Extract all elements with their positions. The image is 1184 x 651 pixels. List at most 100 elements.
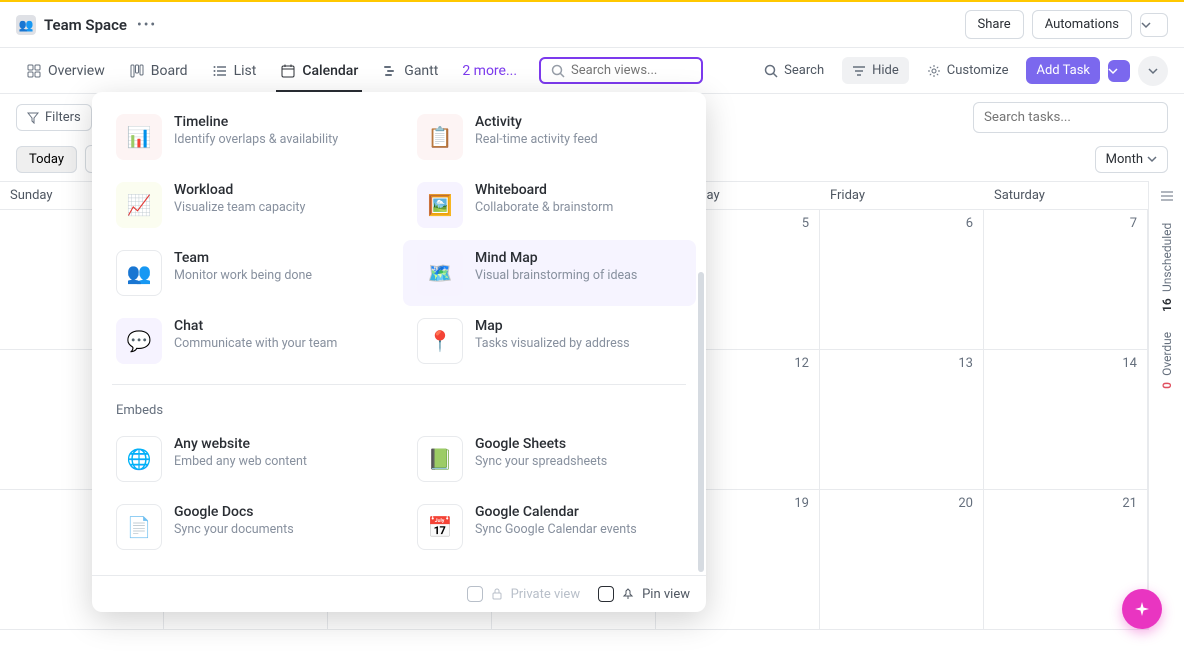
private-view-option[interactable]: Private view: [467, 586, 581, 602]
search-views-input[interactable]: [571, 63, 691, 78]
embed-option-gdocs[interactable]: 📄 Google DocsSync your documents: [102, 494, 395, 560]
view-option-chat[interactable]: 💬 ChatCommunicate with your team: [102, 308, 395, 374]
tab-board[interactable]: Board: [119, 51, 198, 91]
pin-checkbox[interactable]: [598, 586, 614, 602]
pin-icon: [622, 588, 634, 600]
search-views-input-wrapper[interactable]: [539, 57, 703, 84]
activity-icon: 📋: [417, 114, 463, 160]
gantt-icon: [382, 63, 398, 79]
gsheets-icon: 📗: [417, 436, 463, 482]
tab-gantt-label: Gantt: [404, 63, 438, 79]
scope-selector[interactable]: Month: [1095, 146, 1168, 173]
share-button[interactable]: Share: [965, 10, 1024, 39]
automations-caret[interactable]: [1140, 13, 1168, 37]
view-sub: Monitor work being done: [174, 268, 312, 283]
tab-more[interactable]: 2 more...: [452, 51, 527, 91]
view-option-timeline[interactable]: 📊 TimelineIdentify overlaps & availabili…: [102, 104, 395, 170]
today-button[interactable]: Today: [16, 146, 77, 173]
whiteboard-icon: 🖼️: [417, 182, 463, 228]
header: 👥 Team Space ••• Share Automations: [0, 2, 1184, 48]
tab-calendar[interactable]: Calendar: [270, 51, 368, 91]
date-cell[interactable]: 14: [984, 350, 1148, 490]
search-icon: [551, 64, 565, 78]
view-sub: Communicate with your team: [174, 336, 337, 351]
date-cell[interactable]: 13: [820, 350, 984, 490]
scope-label: Month: [1106, 152, 1143, 167]
tab-list[interactable]: List: [202, 51, 267, 91]
team-icon: 👥: [116, 250, 162, 296]
date-num: 20: [958, 496, 973, 511]
tab-board-label: Board: [151, 63, 188, 79]
search-button[interactable]: Search: [754, 57, 834, 84]
embeds-section-label: Embeds: [98, 393, 700, 424]
search-tasks-input[interactable]: [984, 110, 1157, 125]
view-title: Google Calendar: [475, 504, 637, 520]
automations-button[interactable]: Automations: [1032, 10, 1132, 39]
search-label: Search: [784, 63, 824, 78]
ai-fab-button[interactable]: [1122, 589, 1162, 629]
date-cell[interactable]: 7: [984, 210, 1148, 350]
view-option-workload[interactable]: 📈 WorkloadVisualize team capacity: [102, 172, 395, 238]
view-option-team[interactable]: 👥 TeamMonitor work being done: [102, 240, 395, 306]
view-option-mindmap[interactable]: 🗺️ Mind MapVisual brainstorming of ideas: [403, 240, 696, 306]
mindmap-icon: 🗺️: [417, 250, 463, 296]
tab-overview-label: Overview: [48, 63, 105, 79]
date-num: 14: [1122, 356, 1137, 371]
view-option-whiteboard[interactable]: 🖼️ WhiteboardCollaborate & brainstorm: [403, 172, 696, 238]
view-sub: Real-time activity feed: [475, 132, 598, 147]
view-option-map[interactable]: 📍 MapTasks visualized by address: [403, 308, 696, 374]
view-option-activity[interactable]: 📋 Activity Real-time activity feed: [403, 104, 696, 170]
timeline-icon: 📊: [116, 114, 162, 160]
overdue-count: 0: [1160, 382, 1174, 389]
search-tasks-wrapper[interactable]: [973, 102, 1168, 133]
filters-button[interactable]: Filters: [16, 104, 92, 131]
private-label: Private view: [511, 587, 581, 602]
view-sub: Visual brainstorming of ideas: [475, 268, 637, 283]
filter-icon: [27, 112, 39, 124]
view-sub: Sync your spreadsheets: [475, 454, 607, 469]
date-num: 12: [794, 356, 809, 371]
view-title: Google Sheets: [475, 436, 607, 452]
view-title: Google Docs: [174, 504, 294, 520]
scrollbar-thumb[interactable]: [698, 272, 704, 572]
view-title: Activity: [475, 114, 598, 130]
embed-option-gcal[interactable]: 📅 Google CalendarSync Google Calendar ev…: [403, 494, 696, 560]
add-task-button[interactable]: Add Task: [1026, 57, 1100, 84]
private-checkbox[interactable]: [467, 586, 483, 602]
unscheduled-count: 16: [1160, 298, 1174, 312]
views-dropdown: 📊 TimelineIdentify overlaps & availabili…: [92, 92, 706, 612]
hide-button[interactable]: Hide: [842, 57, 909, 84]
unscheduled-label: Unscheduled: [1160, 223, 1174, 292]
space-more-menu[interactable]: •••: [137, 17, 157, 33]
pin-view-option[interactable]: Pin view: [598, 586, 690, 602]
board-icon: [129, 63, 145, 79]
tab-list-label: List: [234, 63, 257, 79]
calendar-icon: [280, 63, 296, 79]
workload-icon: 📈: [116, 182, 162, 228]
add-task-label: Add Task: [1036, 63, 1090, 78]
side-menu-icon[interactable]: [1160, 189, 1174, 203]
gear-icon: [927, 64, 941, 78]
date-num: 7: [1130, 216, 1137, 231]
list-icon: [212, 63, 228, 79]
date-cell[interactable]: 20: [820, 490, 984, 630]
more-options-button[interactable]: [1138, 56, 1168, 86]
hide-icon: [852, 64, 866, 78]
date-num: 5: [802, 216, 809, 231]
view-sub: Sync your documents: [174, 522, 294, 537]
side-rail: 16 Unscheduled 0 Overdue: [1148, 181, 1184, 630]
unscheduled-toggle[interactable]: 16 Unscheduled: [1160, 223, 1174, 312]
lock-icon: [491, 588, 503, 600]
view-title: Chat: [174, 318, 337, 334]
embed-option-gsheets[interactable]: 📗 Google Sheets Sync your spreadsheets: [403, 426, 696, 492]
add-task-caret[interactable]: [1108, 60, 1130, 82]
tab-gantt[interactable]: Gantt: [372, 51, 448, 91]
globe-icon: 🌐: [116, 436, 162, 482]
customize-button[interactable]: Customize: [917, 57, 1019, 84]
customize-label: Customize: [947, 63, 1009, 78]
overdue-toggle[interactable]: 0 Overdue: [1160, 332, 1174, 389]
date-cell[interactable]: 6: [820, 210, 984, 350]
tab-overview[interactable]: Overview: [16, 51, 115, 91]
embed-option-website[interactable]: 🌐 Any websiteEmbed any web content: [102, 426, 395, 492]
date-num: 6: [966, 216, 973, 231]
